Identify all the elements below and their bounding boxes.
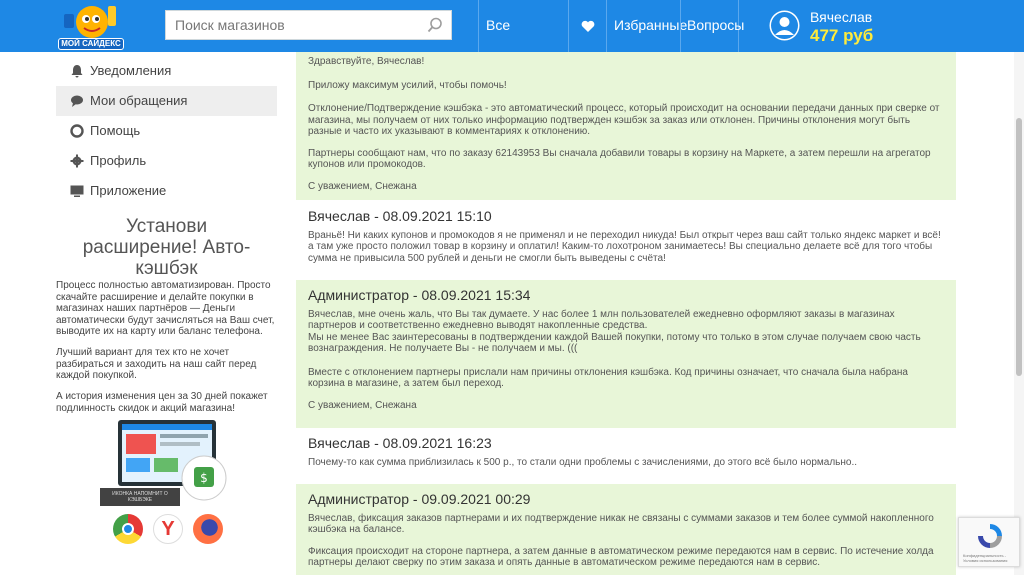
message-text: Приложу максимум усилий, чтобы помочь! xyxy=(308,79,507,91)
menu-item-app[interactable]: Приложение xyxy=(56,176,277,206)
heart-icon xyxy=(581,20,594,32)
message-text: Вячеслав, фиксация заказов партнерами и … xyxy=(308,512,934,536)
user-avatar-icon[interactable] xyxy=(768,9,801,42)
favorites-heart-button[interactable] xyxy=(568,0,606,52)
user-message: Вячеслав - 08.09.2021 16:23 Почему-то ка… xyxy=(296,428,956,484)
search-box[interactable] xyxy=(165,10,452,40)
message-author: Вячеслав - 08.09.2021 16:23 xyxy=(308,435,492,451)
message-text: Вместе с отклонением партнеры прислали н… xyxy=(308,366,908,390)
admin-message: Администратор - 08.09.2021 15:34 Вячесла… xyxy=(296,280,956,428)
menu-item-profile[interactable]: Профиль xyxy=(56,146,277,176)
monitor-icon xyxy=(70,185,84,197)
chrome-icon[interactable] xyxy=(113,514,143,544)
svg-text:$: $ xyxy=(200,471,208,485)
message-text: Фиксация происходит на стороне партнера,… xyxy=(308,545,934,569)
firefox-icon[interactable] xyxy=(193,514,223,544)
extension-illustration[interactable]: $ ИКОНКА НАПОМНИТ О КЭШБЭКЕ xyxy=(100,418,230,510)
admin-message: Администратор - 09.09.2021 00:29 Вячесла… xyxy=(296,484,956,575)
message-author: Администратор - 09.09.2021 00:29 xyxy=(308,491,531,507)
message-signature: С уважением, Снежана xyxy=(308,180,417,192)
scrollbar-thumb[interactable] xyxy=(1016,118,1022,376)
menu-item-label: Помощь xyxy=(90,123,141,138)
search-icon[interactable] xyxy=(427,17,443,33)
message-text: Вячеслав, мне очень жаль, что Вы так дум… xyxy=(308,309,944,355)
logo-text: МОЙ САЙДЕКС xyxy=(58,38,124,50)
menu-item-label: Приложение xyxy=(90,183,167,198)
page-scrollbar[interactable] xyxy=(1014,52,1024,575)
recaptcha-badge[interactable]: Конфиденциальность - Условия использован… xyxy=(958,517,1020,567)
extension-promo-title: Установи расширение! Авто-кэшбэк xyxy=(82,216,251,279)
message-text: Здравствуйте, Вячеслав! xyxy=(308,56,425,67)
menu-item-label: Уведомления xyxy=(90,63,172,78)
user-balance[interactable]: 477 руб xyxy=(810,26,873,46)
ticket-thread: Здравствуйте, Вячеслав! Приложу максимум… xyxy=(296,52,956,575)
menu-item-my-requests[interactable]: Мои обращения xyxy=(56,86,277,116)
menu-item-label: Мои обращения xyxy=(90,93,188,108)
laptop-caption: ИКОНКА НАПОМНИТ О КЭШБЭКЕ xyxy=(112,491,168,503)
menu-item-notifications[interactable]: Уведомления xyxy=(56,56,277,86)
chat-icon xyxy=(71,95,83,107)
message-text-line: Мы не менее Вас заинтересованы в подтвер… xyxy=(308,331,921,355)
menu-item-help[interactable]: Помощь xyxy=(56,116,277,146)
user-name[interactable]: Вячеслав xyxy=(810,9,872,25)
message-author: Вячеслав - 08.09.2021 15:10 xyxy=(308,208,492,224)
top-bar: МОЙ САЙДЕКС Все магазины Избранные Вопро… xyxy=(0,0,1024,83)
message-author: Администратор - 08.09.2021 15:34 xyxy=(308,287,531,303)
user-message: Вячеслав - 08.09.2021 15:10 Враньё! Ни к… xyxy=(296,200,956,280)
recaptcha-links[interactable]: Конфиденциальность - Условия использован… xyxy=(963,553,1019,563)
message-text: Почему-то как сумма приблизилась к 500 р… xyxy=(308,456,857,468)
main-nav: Все магазины Избранные Вопросы xyxy=(478,0,744,83)
message-text: Партнеры сообщают нам, что по заказу 621… xyxy=(308,147,931,171)
chrome-center xyxy=(122,523,134,535)
search-input[interactable] xyxy=(166,11,421,39)
browser-icons: Y xyxy=(113,514,223,544)
yandex-browser-icon[interactable]: Y xyxy=(153,514,183,544)
nav-favorites[interactable]: Избранные xyxy=(606,0,687,52)
promo-paragraph: Лучший вариант для тех кто не хочет разб… xyxy=(56,347,257,381)
bell-icon xyxy=(71,65,83,78)
admin-message: Здравствуйте, Вячеслав! Приложу максимум… xyxy=(296,52,956,200)
promo-paragraph: Процесс полностью автоматизирован. Прост… xyxy=(56,280,275,337)
nav-questions[interactable]: Вопросы xyxy=(680,0,744,52)
account-menu: Уведомления Мои обращения Помощь Профиль… xyxy=(56,56,277,206)
recaptcha-icon xyxy=(978,524,1002,548)
nav-all-shops[interactable]: Все магазины xyxy=(478,0,568,83)
gear-icon xyxy=(70,154,84,168)
message-text: Отклонение/Подтверждение кэшбэка - это а… xyxy=(308,103,940,137)
menu-item-label: Профиль xyxy=(90,153,147,168)
message-signature: С уважением, Снежана xyxy=(308,399,417,411)
message-text-line: Вячеслав, мне очень жаль, что Вы так дум… xyxy=(308,308,895,332)
promo-paragraph: А история изменения цен за 30 дней покаж… xyxy=(56,391,268,414)
message-text: Враньё! Ни каких купонов и промокодов я … xyxy=(308,229,941,264)
lifebuoy-icon xyxy=(70,124,84,138)
